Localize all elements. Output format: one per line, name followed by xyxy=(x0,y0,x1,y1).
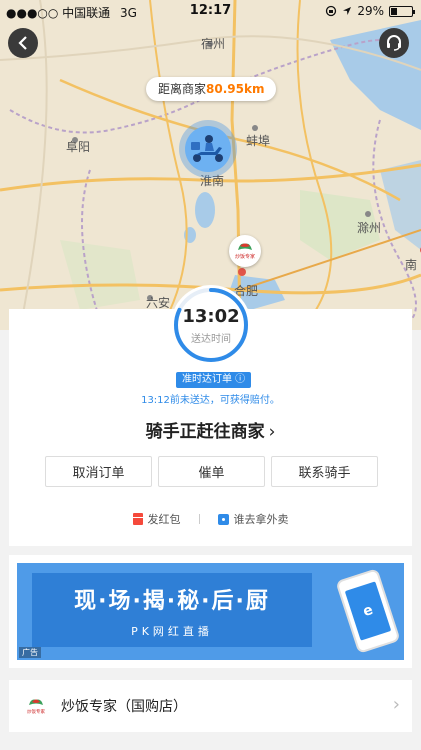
chevron-left-icon xyxy=(18,36,27,50)
status-bar: ●●●○○ 中国联通 3G 12:17 29% xyxy=(0,0,421,22)
distance-bubble: 距离商家80.95km xyxy=(146,77,277,101)
back-button[interactable] xyxy=(8,28,38,58)
banner-subtitle: PK网红直播 xyxy=(131,625,213,638)
who-fetch-button[interactable]: 谁去拿外卖 xyxy=(217,511,289,527)
rider-status-text: 骑手正赶往商家 xyxy=(145,422,265,442)
eta-label: 送达时间 xyxy=(191,334,231,345)
rider-status-link[interactable]: 骑手正赶往商家 › xyxy=(9,417,412,442)
shop-marker-text: 炒饭专家 xyxy=(235,253,255,260)
order-status-card: 13:02 送达时间 准时达订单 ⓘ 13:12前未送达，可获得赔付。 骑手正赶… xyxy=(9,285,412,546)
chevron-right-icon: › xyxy=(392,694,400,715)
red-packet-icon xyxy=(132,513,143,525)
order-action-row: 取消订单 催单 联系骑手 xyxy=(45,456,378,487)
distance-label: 距离商家 xyxy=(158,82,207,96)
rider-marker[interactable] xyxy=(179,120,237,178)
map-place-suzhou: 宿州 xyxy=(201,37,226,51)
cancel-order-button[interactable]: 取消订单 xyxy=(45,456,152,487)
battery-percent: 29% xyxy=(357,4,384,18)
shop-logo-text: 炒饭专家 xyxy=(27,708,45,715)
ontime-note: 13:12前未送达，可获得赔付。 xyxy=(141,395,280,406)
shop-logo-icon: 炒饭专家 xyxy=(235,243,255,260)
who-fetch-label: 谁去拿外卖 xyxy=(233,513,289,526)
divider xyxy=(198,514,200,524)
shop-marker[interactable]: 炒饭专家 xyxy=(229,235,261,267)
map-place-nanjing: 南 xyxy=(405,258,418,272)
dice-icon xyxy=(217,513,229,525)
shop-logo: 炒饭专家 xyxy=(25,695,47,717)
phone-illustration: e xyxy=(335,568,401,654)
banner-title: 现·场·揭·秘·后·厨 xyxy=(74,589,270,614)
phone-screen-letter: e xyxy=(344,581,392,641)
location-arrow-icon xyxy=(343,7,352,15)
ad-tag: 广告 xyxy=(19,647,41,658)
battery-icon xyxy=(389,5,415,17)
ontime-badge[interactable]: 准时达订单 ⓘ xyxy=(176,372,252,388)
rotation-lock-icon xyxy=(326,5,337,17)
banner-card: 现·场·揭·秘·后·厨 PK网红直播 e 广告 xyxy=(9,555,412,668)
promo-banner[interactable]: 现·场·揭·秘·后·厨 PK网红直播 e 广告 xyxy=(17,563,404,660)
contact-rider-button[interactable]: 联系骑手 xyxy=(271,456,378,487)
send-red-packet-label: 发红包 xyxy=(147,513,181,526)
headset-icon xyxy=(387,35,401,51)
chevron-right-icon: › xyxy=(268,422,276,442)
eta-timer: 13:02 送达时间 xyxy=(171,285,251,365)
map-place-chuzhou: 滁州 xyxy=(357,221,382,235)
scooter-rider-icon xyxy=(191,135,223,162)
map-place-bengbu: 蚌埠 xyxy=(246,134,271,148)
customer-service-button[interactable] xyxy=(379,28,409,58)
shop-name: 炒饭专家（国购店） xyxy=(61,699,187,715)
distance-value: 80.95km xyxy=(206,82,265,96)
extra-actions-row: 发红包 谁去拿外卖 xyxy=(9,511,412,527)
urge-order-button[interactable]: 催单 xyxy=(158,456,265,487)
send-red-packet-button[interactable]: 发红包 xyxy=(132,511,181,527)
banner-panel: 现·场·揭·秘·后·厨 PK网红直播 xyxy=(32,573,312,647)
shop-brand-icon: 炒饭专家 xyxy=(27,699,45,715)
map-place-fuyang: 阜阳 xyxy=(66,140,91,154)
status-right: 29% xyxy=(325,4,415,18)
eta-time: 13:02 xyxy=(182,306,240,327)
shop-row[interactable]: 炒饭专家 炒饭专家（国购店） › xyxy=(9,680,412,732)
